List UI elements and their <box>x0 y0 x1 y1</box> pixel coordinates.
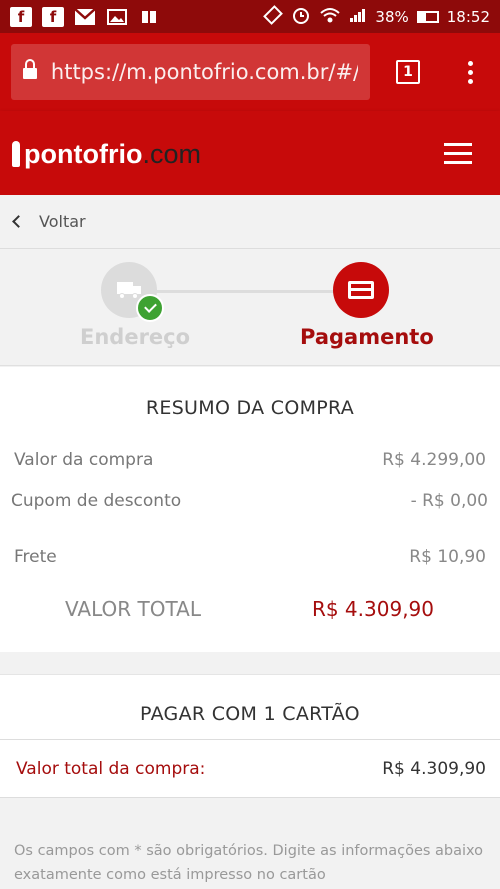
payment-total-value: R$ 4.309,90 <box>382 758 486 779</box>
required-fields-note: Os campos com * são obrigatórios. Digite… <box>14 843 484 883</box>
summary-row-value: R$ 4.299,00 <box>382 450 486 470</box>
signal-icon <box>349 7 367 27</box>
clock: 18:52 <box>446 7 490 26</box>
book-icon <box>138 7 160 27</box>
total-label: VALOR TOTAL <box>65 597 201 621</box>
site-header: pontofrio .com <box>0 111 500 195</box>
step-payment-label: Pagamento <box>300 325 434 349</box>
battery-percent: 38% <box>375 7 409 26</box>
back-label: Voltar <box>39 212 86 231</box>
menu-icon[interactable] <box>444 142 472 164</box>
summary-row: Frete R$ 10,90 <box>14 547 486 567</box>
checkout-steps: Endereço Pagamento <box>0 250 500 366</box>
summary-title: RESUMO DA COMPRA <box>145 397 355 419</box>
image-icon <box>106 7 128 27</box>
summary-row-label: Valor da compra <box>14 450 154 470</box>
facebook-icon: f <box>42 6 64 27</box>
payment-total-label: Valor total da compra: <box>16 758 206 779</box>
wifi-icon <box>319 6 341 28</box>
step-payment <box>333 262 389 318</box>
site-logo[interactable]: pontofrio .com <box>12 137 201 170</box>
payment-section: PAGAR COM 1 CARTÃO Valor total da compra… <box>0 674 500 798</box>
facebook-icon: f <box>10 6 32 27</box>
summary-row-label: Frete <box>14 547 57 567</box>
logo-mark-icon <box>12 140 20 167</box>
credit-card-icon <box>348 281 374 299</box>
summary-total-row: VALOR TOTAL R$ 4.309,90 <box>65 597 434 621</box>
check-icon <box>136 294 164 322</box>
browser-toolbar: https://m.pontofrio.com.br/#/ 1 <box>0 33 500 111</box>
url-text: https://m.pontofrio.com.br/#/ <box>50 60 358 84</box>
browser-menu-icon[interactable] <box>468 60 473 84</box>
payment-total-row: Valor total da compra: R$ 4.309,90 <box>0 739 500 798</box>
notification-icons: f f <box>10 6 160 27</box>
battery-icon <box>416 10 439 23</box>
gmail-icon <box>74 7 96 27</box>
summary-row-label: Cupom de desconto <box>11 491 182 511</box>
system-indicators: 38% 18:52 <box>263 4 490 29</box>
address-bar[interactable]: https://m.pontofrio.com.br/#/ <box>11 44 370 100</box>
logo-suffix: .com <box>142 138 201 169</box>
summary-row-value: - R$ 0,00 <box>410 491 488 511</box>
logo-text: pontofrio <box>24 138 143 169</box>
summary-row: Cupom de desconto - R$ 0,00 <box>11 491 488 511</box>
tab-switcher-button[interactable]: 1 <box>396 60 420 84</box>
summary-row: Valor da compra R$ 4.299,00 <box>14 450 486 470</box>
payment-title: PAGAR COM 1 CARTÃO <box>140 703 360 725</box>
order-summary: RESUMO DA COMPRA Valor da compra R$ 4.29… <box>0 367 500 652</box>
step-address-label: Endereço <box>80 325 191 349</box>
alarm-icon <box>291 5 311 29</box>
truck-icon <box>117 282 141 299</box>
summary-row-value: R$ 10,90 <box>409 547 486 567</box>
chevron-left-icon <box>12 215 25 228</box>
rotate-icon <box>263 4 284 29</box>
status-bar: f f 38% 18:52 <box>0 0 500 33</box>
back-link[interactable]: Voltar <box>0 195 500 249</box>
lock-icon <box>23 59 37 80</box>
step-connector <box>130 290 360 293</box>
total-value: R$ 4.309,90 <box>311 597 434 621</box>
